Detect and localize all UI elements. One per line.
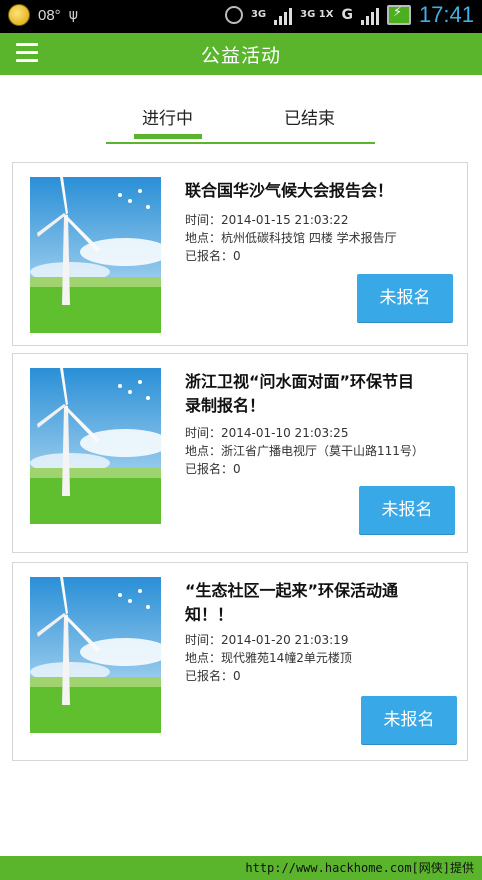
event-location: 地点：杭州低碳科技馆 四楼 学术报告厅 bbox=[185, 231, 397, 245]
tab-ongoing[interactable]: 进行中 bbox=[142, 104, 193, 129]
event-title: 联合国华沙气候大会报告会！ bbox=[185, 181, 394, 200]
event-signed-count: 已报名：0 bbox=[185, 249, 241, 263]
network-1x-indicator: 3G 1X bbox=[300, 9, 334, 20]
event-location: 地点：现代雅苑14幢2单元楼顶 bbox=[185, 651, 352, 665]
tab-ended[interactable]: 已结束 bbox=[284, 104, 335, 129]
event-time: 时间：2014-01-15 21:03:22 bbox=[185, 213, 349, 227]
status-bar: 08° ψ 3G 3G 1X G 17:41 bbox=[0, 0, 482, 33]
event-card[interactable]: 浙江卫视“问水面对面”环保节目 录制报名！ 时间：2014-01-10 21:0… bbox=[12, 353, 468, 553]
event-thumbnail bbox=[30, 577, 161, 733]
event-thumbnail bbox=[30, 177, 161, 333]
register-button[interactable]: 未报名 bbox=[361, 696, 457, 744]
event-title: 浙江卫视“问水面对面”环保节目 录制报名！ bbox=[185, 372, 415, 415]
network-g-indicator: G bbox=[341, 7, 353, 23]
register-button[interactable]: 未报名 bbox=[359, 486, 455, 534]
event-time: 时间：2014-01-20 21:03:19 bbox=[185, 633, 349, 647]
notification-icon bbox=[8, 4, 30, 26]
clock-time: 17:41 bbox=[418, 2, 474, 27]
event-location: 地点：浙江省广播电视厅（莫干山路111号） bbox=[185, 444, 424, 458]
footer-watermark: http://www.hackhome.com[网侠]提供 bbox=[245, 861, 474, 875]
page-title: 公益活动 bbox=[200, 45, 281, 67]
register-button[interactable]: 未报名 bbox=[357, 274, 453, 322]
usb-icon: ψ bbox=[68, 7, 78, 23]
event-signed-count: 已报名：0 bbox=[185, 462, 241, 476]
signal-bars-icon-2 bbox=[360, 5, 379, 25]
alarm-icon bbox=[224, 6, 243, 24]
event-details: 时间：2014-01-10 21:03:25 地点：浙江省广播电视厅（莫干山路1… bbox=[185, 424, 460, 478]
event-thumbnail bbox=[30, 368, 161, 524]
event-card[interactable]: “生态社区一起来”环保活动通 知！！ 时间：2014-01-20 21:03:1… bbox=[12, 562, 468, 761]
tab-bar: 进行中 已结束 bbox=[106, 96, 375, 144]
event-signed-count: 已报名：0 bbox=[185, 669, 241, 683]
active-tab-indicator bbox=[134, 134, 202, 139]
network-3g-indicator: 3G bbox=[250, 9, 267, 20]
event-title: “生态社区一起来”环保活动通 知！！ bbox=[185, 581, 399, 624]
signal-bars-icon bbox=[274, 5, 293, 25]
event-details: 时间：2014-01-15 21:03:22 地点：杭州低碳科技馆 四楼 学术报… bbox=[185, 211, 460, 265]
footer-bar: http://www.hackhome.com[网侠]提供 bbox=[0, 856, 482, 880]
app-header: 公益活动 bbox=[0, 33, 482, 75]
temperature-text: 08° bbox=[38, 6, 61, 24]
event-card[interactable]: 联合国华沙气候大会报告会！ 时间：2014-01-15 21:03:22 地点：… bbox=[12, 162, 468, 346]
event-details: 时间：2014-01-20 21:03:19 地点：现代雅苑14幢2单元楼顶 已… bbox=[185, 631, 460, 685]
battery-charging-icon bbox=[386, 5, 411, 25]
event-time: 时间：2014-01-10 21:03:25 bbox=[185, 426, 349, 440]
